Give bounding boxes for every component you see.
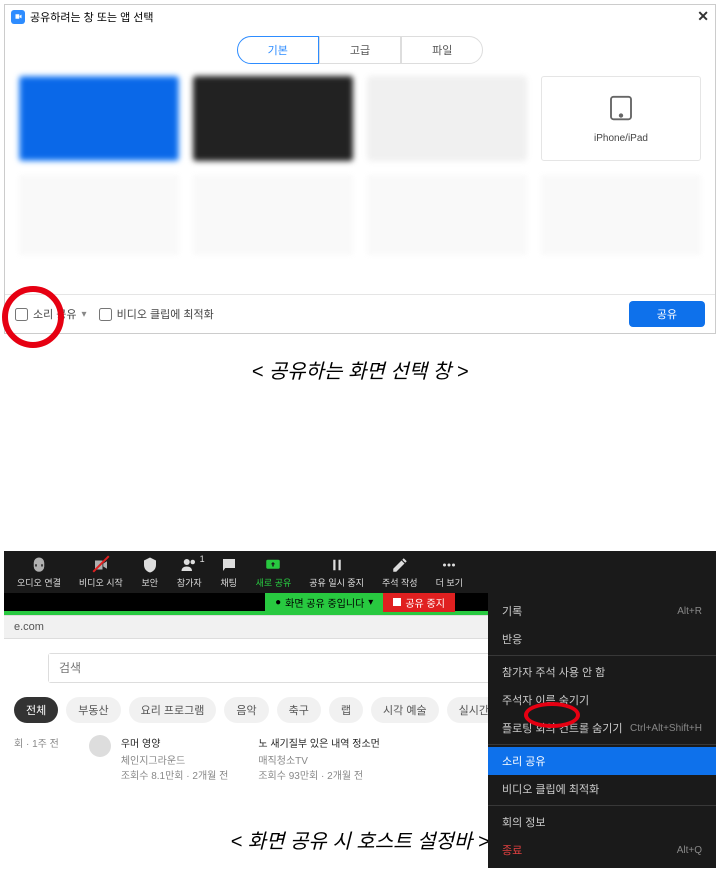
share-sound-label: 소리 공유 — [33, 306, 77, 322]
zoom-host-toolbar: 오디오 연결 비디오 시작 보안 1 참가자 채팅 새로 공유 공유 일시 중지 — [4, 551, 716, 593]
more-menu: 기록Alt+R 반응 참가자 주석 사용 안 함 주석자 이름 숨기기 플로팅 … — [488, 593, 716, 868]
caption-1: < 공유하는 화면 선택 창 > — [0, 355, 720, 384]
security-button[interactable]: 보안 — [132, 551, 168, 593]
participants-count: 1 — [200, 554, 205, 564]
chip-realestate[interactable]: 부동산 — [66, 697, 120, 723]
menu-meeting-info[interactable]: 회의 정보 — [488, 808, 716, 836]
chip-rap[interactable]: 랩 — [329, 697, 363, 723]
result-item[interactable]: 노 새기질부 있은 내역 정소먼 매직청소TV 조회수 93만회 · 2개월 전 — [258, 735, 380, 782]
menu-share-sound[interactable]: 소리 공유 — [488, 747, 716, 775]
result-meta-left: 회 · 1주 전 — [14, 735, 59, 782]
share-sound-checkbox[interactable]: 소리 공유 ▾ — [15, 306, 87, 322]
share-thumb-window[interactable] — [367, 175, 527, 255]
menu-separator — [488, 744, 716, 745]
stop-share-button[interactable]: 공유 중지 — [383, 593, 455, 612]
menu-hide-floating-controls[interactable]: 플로팅 회의 컨트롤 숨기기Ctrl+Alt+Shift+H — [488, 714, 716, 742]
new-share-button[interactable]: 새로 공유 — [247, 551, 301, 593]
participants-button[interactable]: 1 참가자 — [168, 551, 211, 593]
chip-music[interactable]: 음악 — [224, 697, 268, 723]
menu-separator — [488, 805, 716, 806]
tab-row: 기본 고급 파일 — [5, 36, 715, 64]
result-item[interactable]: 우머 영양 체인지그라운드 조회수 8.1만회 · 2개월 전 — [89, 735, 229, 782]
share-thumb-app[interactable] — [367, 76, 527, 161]
share-button[interactable]: 공유 — [629, 301, 705, 327]
menu-optimize-video[interactable]: 비디오 클립에 최적화 — [488, 775, 716, 803]
ipad-label: iPhone/iPad — [594, 133, 648, 144]
audio-button[interactable]: 오디오 연결 — [8, 551, 70, 593]
menu-separator — [488, 655, 716, 656]
result-title: 우머 영양 — [121, 735, 229, 750]
result-channel: 매직청소TV — [258, 752, 380, 767]
share-thumb-iphone-ipad[interactable]: iPhone/iPad — [541, 76, 701, 161]
video-button[interactable]: 비디오 시작 — [70, 551, 132, 593]
menu-end[interactable]: 종료Alt+Q — [488, 836, 716, 864]
dialog-title: 공유하려는 창 또는 앱 선택 — [30, 9, 154, 25]
result-title: 노 새기질부 있은 내역 정소먼 — [258, 735, 380, 750]
more-button[interactable]: 더 보기 — [427, 551, 472, 593]
zoom-host-toolbar-wrap: 오디오 연결 비디오 시작 보안 1 참가자 채팅 새로 공유 공유 일시 중지 — [4, 551, 716, 792]
tab-file[interactable]: 파일 — [401, 36, 483, 64]
chip-all[interactable]: 전체 — [14, 697, 58, 723]
titlebar: 공유하려는 창 또는 앱 선택 ✕ — [5, 5, 715, 28]
chip-cooking[interactable]: 요리 프로그램 — [129, 697, 217, 723]
result-channel: 체인지그라운드 — [121, 752, 229, 767]
share-thumb-screen[interactable] — [19, 76, 179, 161]
channel-avatar-icon — [89, 735, 111, 757]
result-stats: 조회수 8.1만회 · 2개월 전 — [121, 767, 229, 782]
share-dialog: 공유하려는 창 또는 앱 선택 ✕ 기본 고급 파일 iPhone/iPad 소… — [4, 4, 716, 334]
chevron-down-icon[interactable]: ▾ — [82, 309, 87, 320]
tab-basic[interactable]: 기본 — [237, 36, 319, 64]
share-thumb-window[interactable] — [193, 175, 353, 255]
menu-react[interactable]: 반응 — [488, 625, 716, 653]
share-thumb-window[interactable] — [19, 175, 179, 255]
share-thumb-window[interactable] — [541, 175, 701, 255]
zoom-app-icon — [11, 10, 25, 24]
annotate-button[interactable]: 주석 작성 — [373, 551, 427, 593]
sharing-status-label: ● 화면 공유 중입니다 ▾ — [265, 593, 383, 612]
tab-advanced[interactable]: 고급 — [319, 36, 401, 64]
optimize-video-label: 비디오 클립에 최적화 — [117, 306, 214, 322]
chat-button[interactable]: 채팅 — [211, 551, 247, 593]
result-stats: 조회수 93만회 · 2개월 전 — [258, 767, 380, 782]
optimize-video-checkbox[interactable]: 비디오 클립에 최적화 — [99, 306, 214, 322]
menu-disable-annotation[interactable]: 참가자 주석 사용 안 함 — [488, 658, 716, 686]
chip-soccer[interactable]: 축구 — [277, 697, 321, 723]
dialog-bottom-bar: 소리 공유 ▾ 비디오 클립에 최적화 공유 — [5, 294, 715, 333]
chip-visual[interactable]: 시각 예술 — [371, 697, 439, 723]
menu-hide-annotator-names[interactable]: 주석자 이름 숨기기 — [488, 686, 716, 714]
close-icon[interactable]: ✕ — [697, 8, 709, 25]
thumbnail-grid: iPhone/iPad — [5, 76, 715, 286]
pause-share-button[interactable]: 공유 일시 중지 — [300, 551, 373, 593]
share-thumb-whiteboard[interactable] — [193, 76, 353, 161]
menu-record[interactable]: 기록Alt+R — [488, 597, 716, 625]
